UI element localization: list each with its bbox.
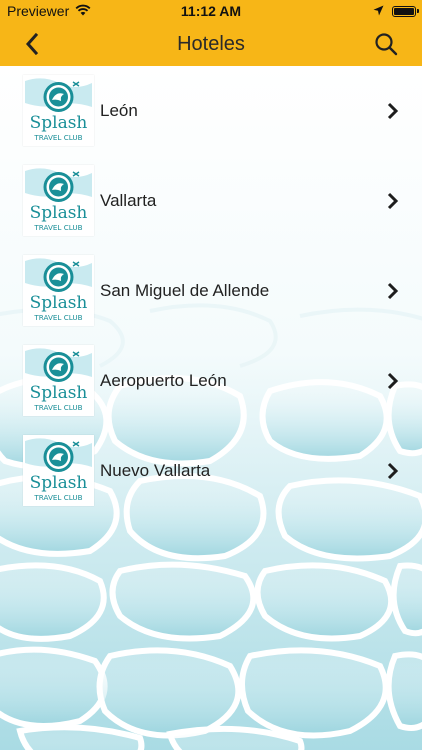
chevron-right-icon [387, 462, 399, 480]
status-left: Previewer [7, 3, 91, 19]
splash-logo: Splash TRAVEL CLUB [23, 255, 94, 326]
logo-tagline: TRAVEL CLUB [33, 133, 82, 142]
splash-logo: Splash TRAVEL CLUB [23, 435, 94, 506]
hotel-name: Vallarta [100, 191, 157, 210]
hotel-name: Aeropuerto León [100, 371, 227, 390]
logo-tagline: TRAVEL CLUB [33, 493, 82, 502]
status-time: 11:12 AM [180, 3, 242, 19]
logo-brand: Splash [30, 203, 88, 223]
hotel-list: Splash TRAVEL CLUB León Splash TRAVEL CL… [0, 66, 422, 516]
logo-brand: Splash [30, 383, 88, 403]
list-item[interactable]: Splash TRAVEL CLUB San Miguel de Allende [0, 246, 422, 336]
content-area: Splash TRAVEL CLUB León Splash TRAVEL CL… [0, 66, 422, 750]
list-item[interactable]: Splash TRAVEL CLUB Aeropuerto León [0, 336, 422, 426]
search-button[interactable] [372, 30, 400, 58]
nav-bar: Hoteles [0, 22, 422, 66]
status-right [373, 3, 419, 19]
logo-brand: Splash [30, 113, 88, 133]
hotel-name: León [100, 101, 138, 120]
chevron-right-icon [387, 102, 399, 120]
chevron-right-icon [387, 282, 399, 300]
list-item[interactable]: Splash TRAVEL CLUB León [0, 66, 422, 156]
search-icon [375, 33, 398, 56]
status-bar: Previewer 11:12 AM [0, 0, 422, 22]
logo-tagline: TRAVEL CLUB [33, 403, 82, 412]
logo-brand: Splash [30, 473, 88, 493]
list-item[interactable]: Splash TRAVEL CLUB Vallarta [0, 156, 422, 246]
chevron-right-icon [387, 192, 399, 210]
splash-logo: Splash TRAVEL CLUB [23, 75, 94, 146]
logo-tagline: TRAVEL CLUB [33, 313, 82, 322]
wifi-icon [75, 3, 91, 19]
chevron-right-icon [387, 372, 399, 390]
splash-logo: Splash TRAVEL CLUB [23, 165, 94, 236]
hotel-name: Nuevo Vallarta [100, 461, 211, 480]
location-arrow-icon [373, 3, 384, 19]
carrier-label: Previewer [7, 3, 70, 19]
battery-icon [392, 5, 419, 17]
splash-logo: Splash TRAVEL CLUB [23, 345, 94, 416]
hotel-name: San Miguel de Allende [100, 281, 270, 300]
list-item[interactable]: Splash TRAVEL CLUB Nuevo Vallarta [0, 426, 422, 516]
logo-tagline: TRAVEL CLUB [33, 223, 82, 232]
logo-brand: Splash [30, 293, 88, 313]
page-title: Hoteles [177, 33, 245, 55]
